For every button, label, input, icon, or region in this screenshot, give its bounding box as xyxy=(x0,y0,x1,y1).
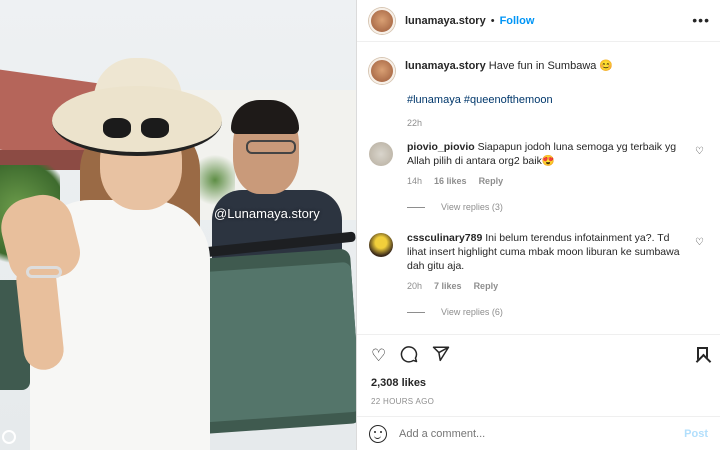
heart-icon[interactable]: ♡ xyxy=(371,347,386,365)
post-timestamp: 22 HOURS AGO xyxy=(371,397,435,406)
header-separator: • xyxy=(490,14,495,27)
comment-username[interactable]: cssculinary789 xyxy=(407,232,482,244)
comment-input[interactable] xyxy=(399,427,685,440)
emoji-icon[interactable] xyxy=(369,424,387,443)
author-username[interactable]: lunamaya.story xyxy=(405,15,486,27)
image-man-glasses xyxy=(246,140,296,154)
post-caption: lunamaya.story Have fun in Sumbawa 😊 #lu… xyxy=(369,58,708,128)
comment-reply-button[interactable]: Reply xyxy=(479,176,504,186)
view-replies-label: View replies (3) xyxy=(441,202,503,212)
post-comment-button[interactable]: Post xyxy=(684,428,708,440)
post-side-panel: lunamaya.story • Follow ••• lunamaya.sto… xyxy=(356,0,720,450)
replies-divider xyxy=(407,311,425,313)
comment-avatar[interactable] xyxy=(369,233,393,257)
comment-time: 14h xyxy=(407,176,423,186)
comment-time: 20h xyxy=(407,281,423,291)
likes-count[interactable]: 2,308 likes xyxy=(371,377,426,389)
comment-username[interactable]: piovio_piovio xyxy=(407,141,475,153)
comment-like-icon[interactable]: ♡ xyxy=(695,146,704,157)
comment-meta: 14h 16 likes Reply xyxy=(407,176,708,186)
comment-icon[interactable] xyxy=(400,345,418,367)
post-image[interactable]: @Lunamaya.story xyxy=(0,0,356,450)
caption-username[interactable]: lunamaya.story xyxy=(405,60,486,72)
image-bracelet xyxy=(26,266,62,278)
comment-reply-button[interactable]: Reply xyxy=(474,281,499,291)
caption-avatar[interactable] xyxy=(369,58,395,84)
post-actions: ♡ 2,308 likes 22 HOURS AGO xyxy=(357,334,720,416)
author-avatar[interactable] xyxy=(369,7,395,34)
media-indicator-icon xyxy=(2,430,16,444)
replies-divider xyxy=(407,206,425,208)
caption-text: Have fun in Sumbawa 😊 xyxy=(488,60,614,72)
view-replies-button[interactable]: View replies (3) xyxy=(407,202,708,212)
follow-button[interactable]: Follow xyxy=(500,15,535,27)
comment-meta: 20h 7 likes Reply xyxy=(407,281,708,291)
comment-avatar[interactable] xyxy=(369,142,393,166)
add-comment-bar: Post xyxy=(357,416,720,450)
more-options-icon[interactable]: ••• xyxy=(692,12,710,28)
comment-like-icon[interactable]: ♡ xyxy=(695,237,704,248)
comment-likes[interactable]: 16 likes xyxy=(434,176,467,186)
view-replies-label: View replies (6) xyxy=(441,307,503,317)
image-watermark: @Lunamaya.story xyxy=(214,206,320,221)
bookmark-icon[interactable] xyxy=(697,347,708,362)
caption-hashtags[interactable]: #lunamaya #queenofthemoon xyxy=(407,94,708,106)
image-sunglasses xyxy=(103,118,169,140)
view-replies-button[interactable]: View replies (6) xyxy=(407,307,708,317)
send-icon[interactable] xyxy=(432,345,450,367)
comment-item: piovio_piovio Siapapun jodoh luna semoga… xyxy=(369,140,708,212)
comment-likes[interactable]: 7 likes xyxy=(434,281,462,291)
comment-item: cssculinary789 Ini belum terendus infota… xyxy=(369,231,708,317)
post-header: lunamaya.story • Follow ••• xyxy=(357,0,720,42)
caption-time: 22h xyxy=(407,118,423,128)
